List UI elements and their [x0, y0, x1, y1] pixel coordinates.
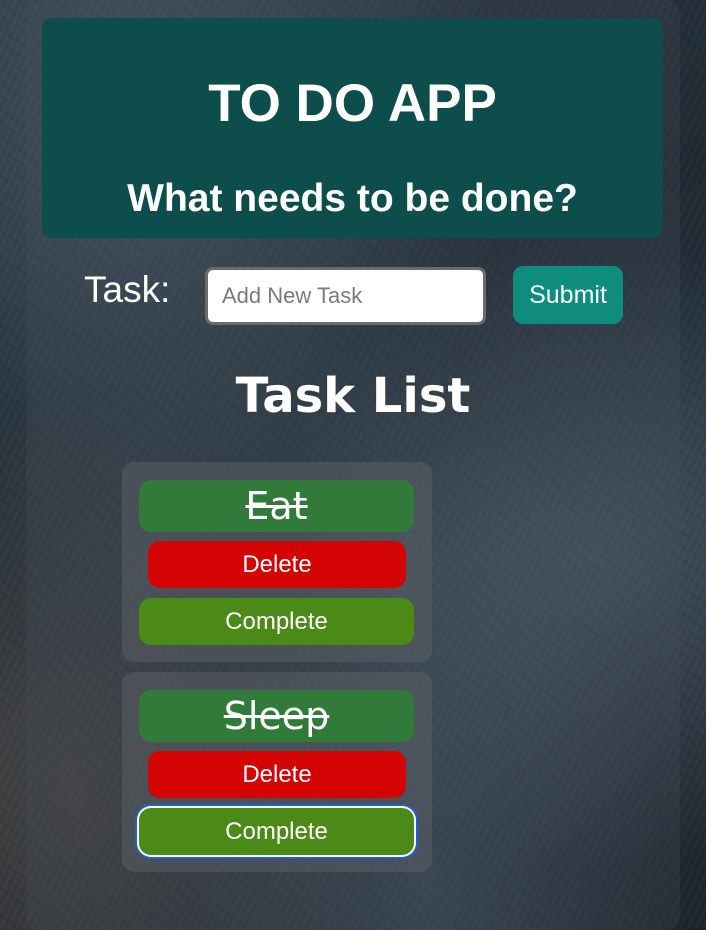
task-input-label: Task:: [84, 269, 171, 310]
delete-button[interactable]: Delete: [148, 751, 406, 798]
complete-button[interactable]: Complete: [139, 808, 414, 855]
app-title: TO DO APP: [208, 74, 497, 133]
app-header: TO DO APP What needs to be done?: [42, 18, 663, 238]
task-list-title: Task List: [235, 368, 471, 424]
complete-button[interactable]: Complete: [139, 598, 414, 645]
new-task-input[interactable]: [205, 267, 486, 325]
task-name: Eat: [139, 480, 414, 532]
submit-button[interactable]: Submit: [513, 266, 623, 324]
app-subtitle: What needs to be done?: [127, 177, 578, 220]
task-item: Sleep Delete Complete: [122, 672, 432, 872]
delete-button[interactable]: Delete: [148, 541, 406, 588]
task-name: Sleep: [139, 690, 414, 742]
task-item: Eat Delete Complete: [122, 462, 432, 662]
